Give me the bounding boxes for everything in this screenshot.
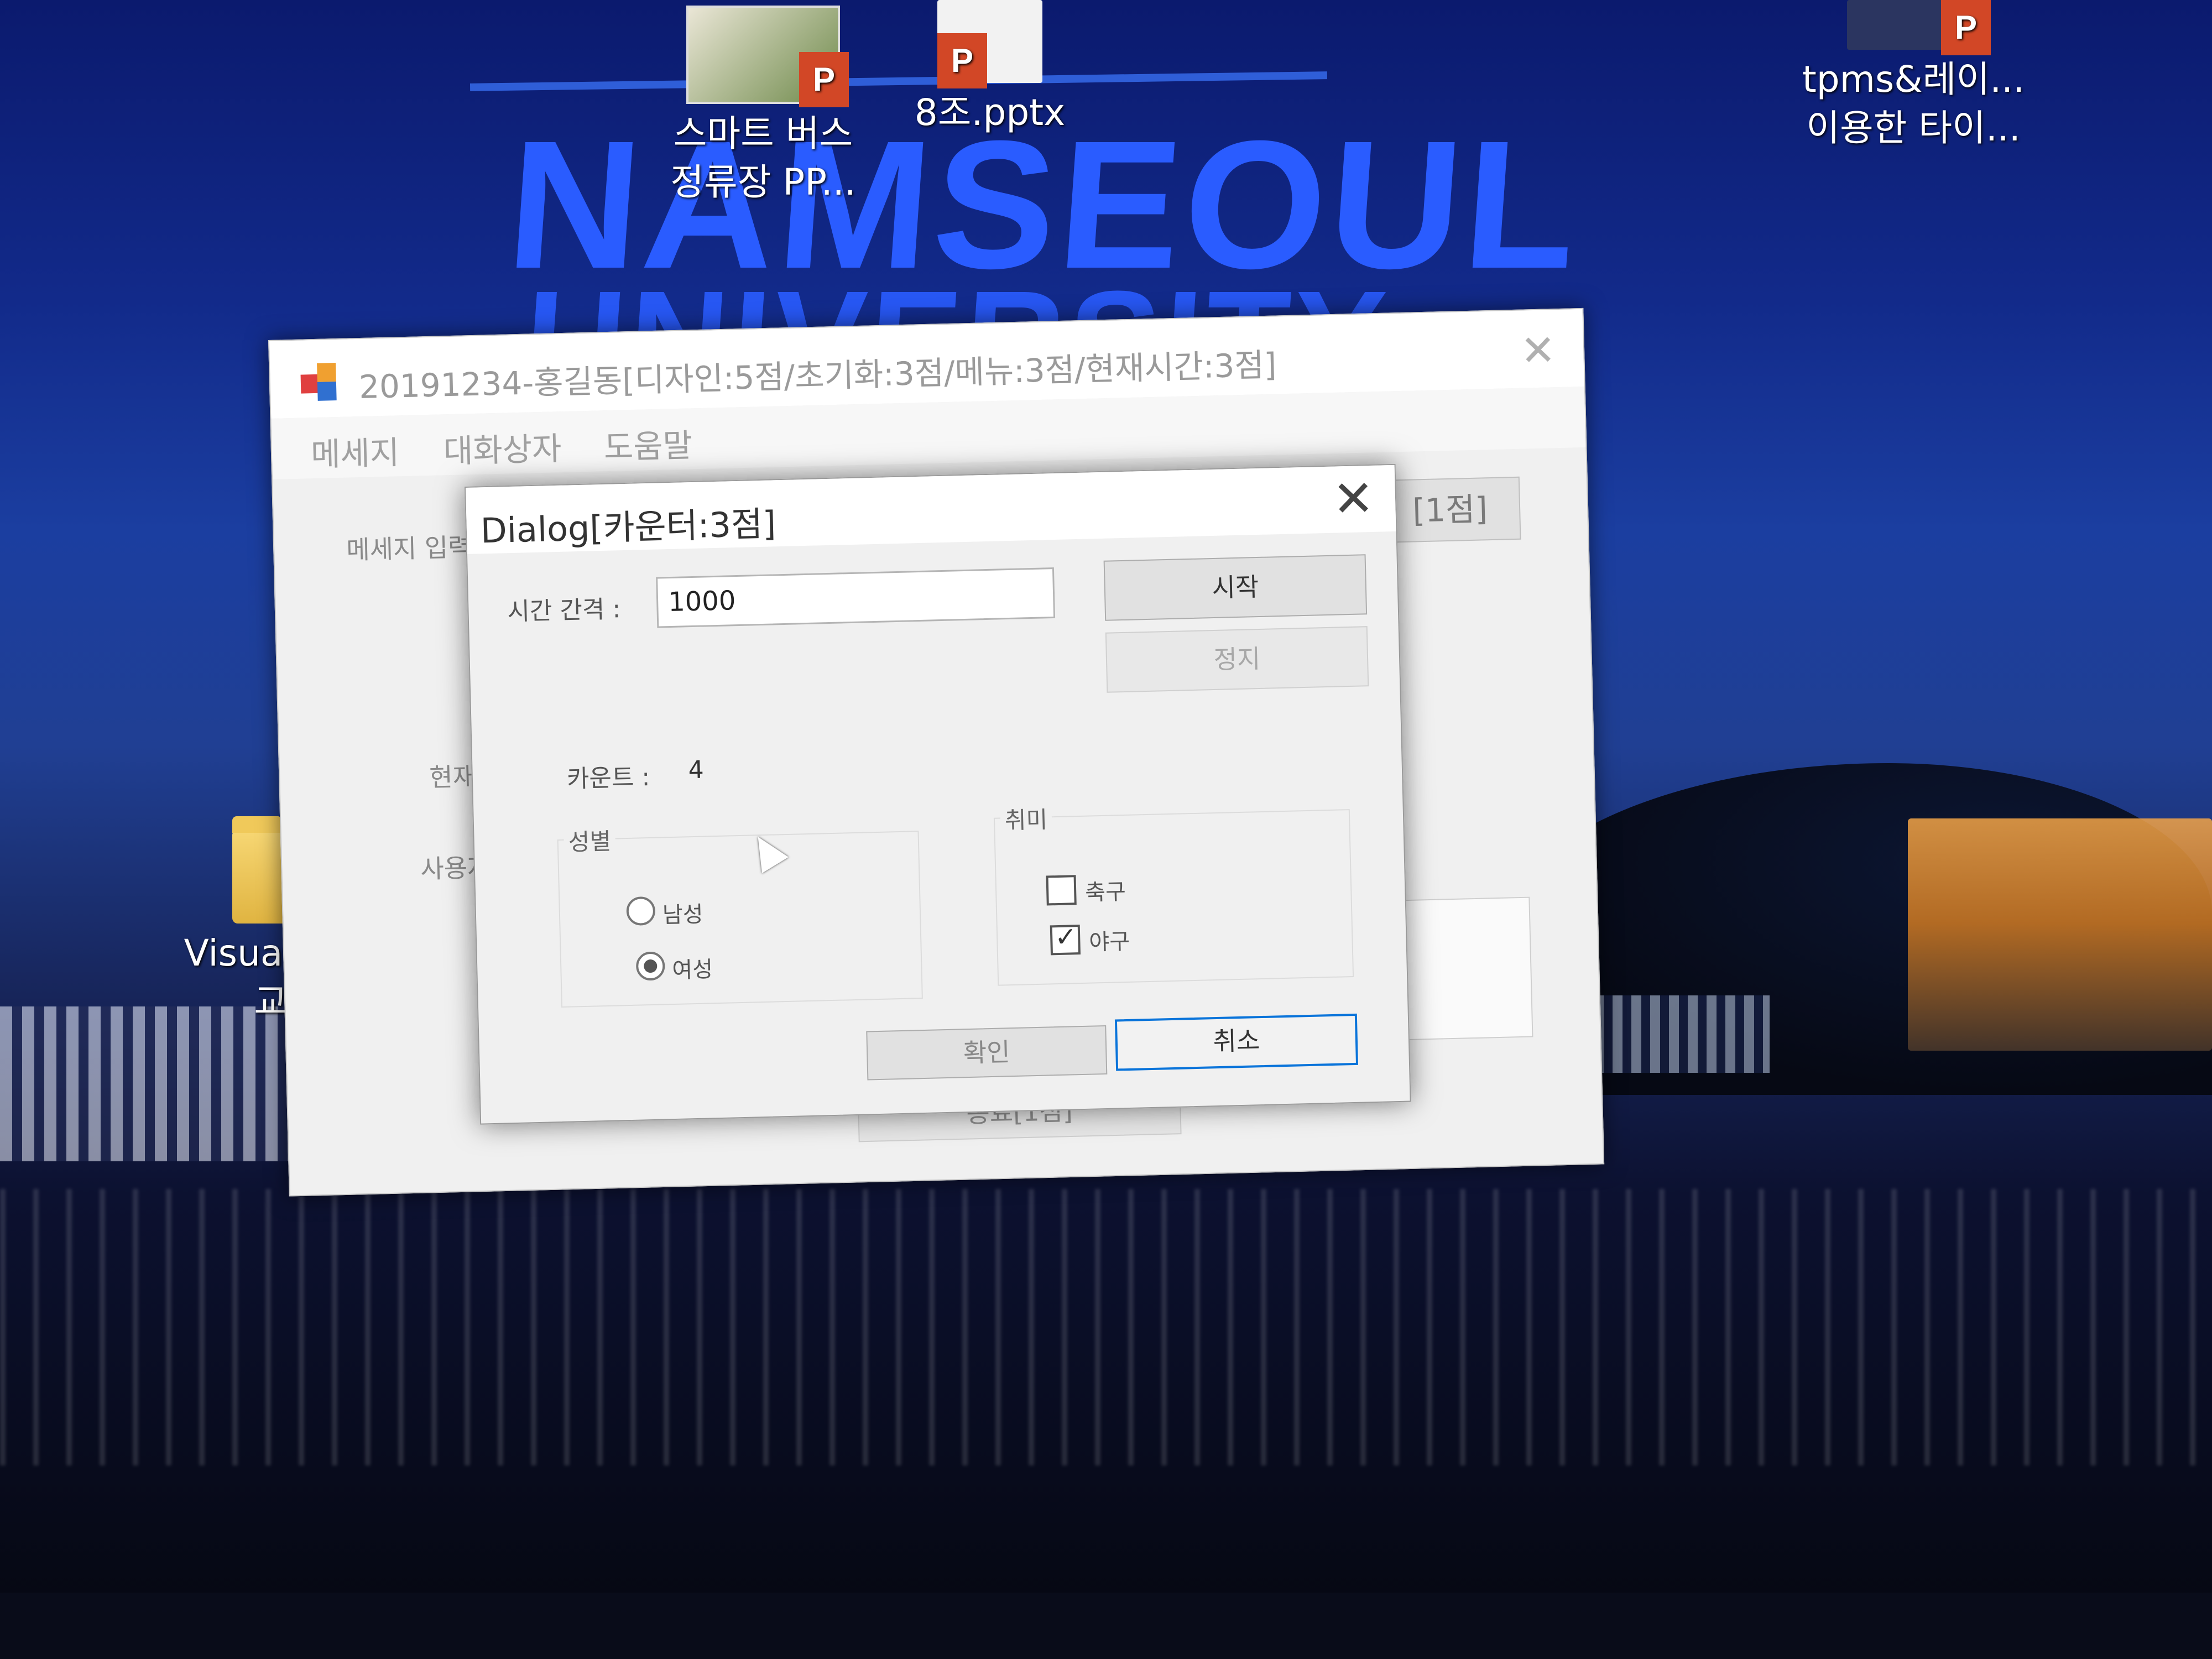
checkbox-baseball[interactable] <box>1050 925 1081 956</box>
interval-input[interactable] <box>656 567 1056 628</box>
desktop-icon-label: 정류장 PP... <box>670 161 856 204</box>
hobby-group-title: 취미 <box>1000 801 1052 836</box>
close-icon[interactable]: ✕ <box>1332 469 1375 529</box>
wallpaper-reflection <box>0 1189 2212 1465</box>
taskbar[interactable] <box>0 1593 2212 1659</box>
desktop-icon-label: 스마트 버스 <box>673 112 853 155</box>
ppt-thumbnail-icon: P <box>686 6 849 107</box>
powerpoint-icon: P <box>937 33 987 88</box>
radio-male[interactable] <box>626 896 656 926</box>
desktop-icon-label: tpms&레이... <box>1802 58 2025 101</box>
checkbox-soccer[interactable] <box>1046 875 1077 906</box>
hobby-group: 취미 축구 야구 <box>993 801 1354 986</box>
radio-female[interactable] <box>635 951 665 981</box>
gender-group: 성별 남성 여성 <box>557 822 923 1008</box>
message-button[interactable]: [1점] <box>1379 476 1521 543</box>
menu-message[interactable]: 메세지 <box>310 426 400 475</box>
wallpaper-building-right <box>1908 818 2212 1051</box>
start-button[interactable]: 시작 <box>1103 554 1368 621</box>
gender-group-title: 성별 <box>563 822 616 858</box>
desktop-icon-bus-stop-ppt[interactable]: P 스마트 버스 정류장 PP... <box>636 6 890 207</box>
close-icon[interactable]: ✕ <box>1520 325 1556 375</box>
ppt-file-icon: P <box>937 0 1042 88</box>
cancel-button[interactable]: 취소 <box>1114 1013 1359 1071</box>
menu-help[interactable]: 도움말 <box>603 419 693 468</box>
dialog-title: Dialog[카운터:3점] <box>480 503 777 551</box>
result-box <box>1400 896 1533 1041</box>
count-value: 4 <box>688 755 705 785</box>
app-icon <box>300 363 340 403</box>
interval-label: 시간 간격 : <box>507 595 621 627</box>
checkbox-soccer-label: 축구 <box>1084 879 1126 906</box>
counter-dialog: Dialog[카운터:3점] ✕ 시간 간격 : 시작 정지 카운트 : 4 성… <box>465 463 1411 1125</box>
desktop-icon-8jo-pptx[interactable]: P 8조.pptx <box>863 0 1117 137</box>
menu-dialog[interactable]: 대화상자 <box>443 422 562 472</box>
ppt-thumbnail-icon: P <box>1847 0 1991 55</box>
checkbox-baseball-label: 야구 <box>1088 928 1130 956</box>
desktop-icon-tpms-ppt[interactable]: P tpms&레이... 이용한 타이... <box>1786 0 2041 153</box>
message-input-label: 메세지 입력 <box>346 532 472 565</box>
desktop-icon-label: 8조.pptx <box>914 91 1066 134</box>
count-label: 카운트 : <box>566 763 650 794</box>
powerpoint-icon: P <box>799 52 849 107</box>
ok-button[interactable]: 확인 <box>866 1025 1108 1081</box>
radio-male-label: 남성 <box>662 901 704 928</box>
stop-button[interactable]: 정지 <box>1105 626 1369 693</box>
radio-female-label: 여성 <box>671 957 713 984</box>
powerpoint-icon: P <box>1941 0 1991 55</box>
desktop-icon-label: 이용한 타이... <box>1806 107 2021 149</box>
